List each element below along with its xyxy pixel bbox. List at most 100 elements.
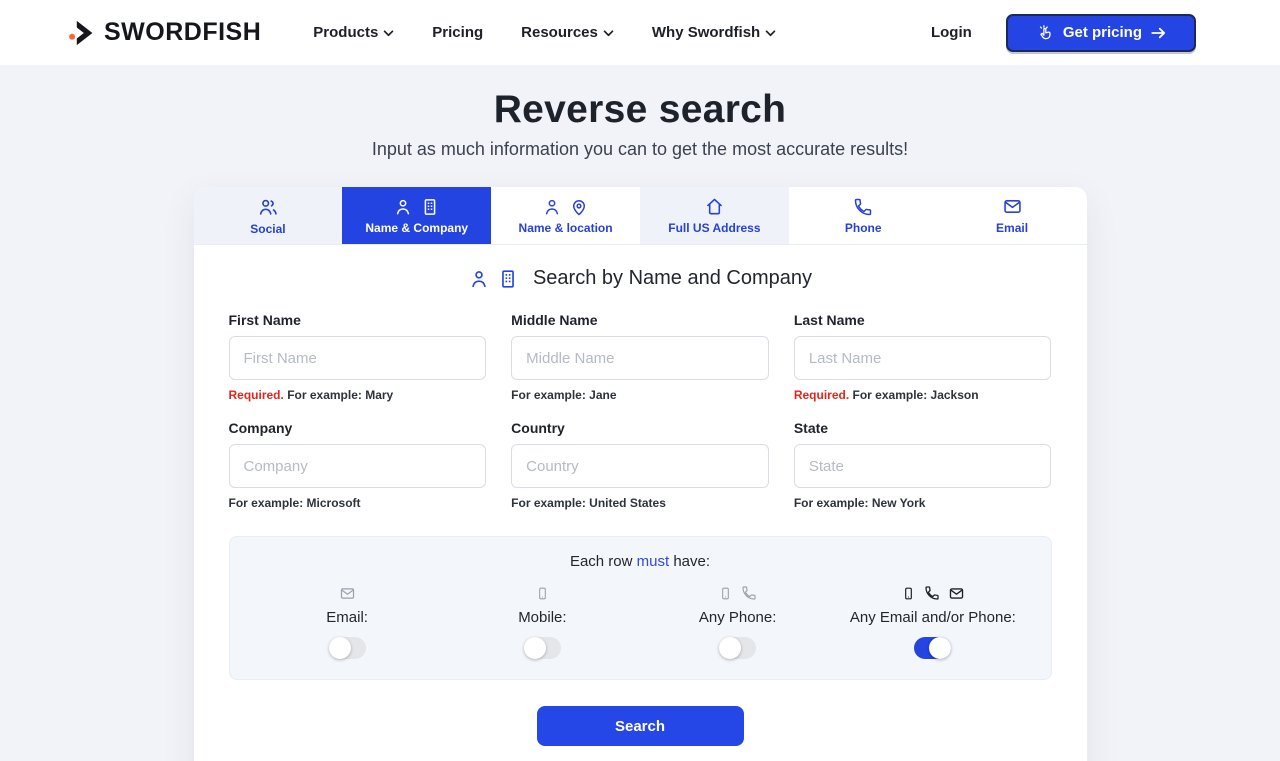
middle-name-input[interactable] [511,336,769,380]
tab-name-and-company[interactable]: Name & Company [342,187,491,244]
tab-label: Email [996,221,1028,235]
section-title: Search by Name and Company [533,267,812,290]
field-middle-name: Middle Name For example: Jane [511,312,769,402]
option-label: Any Email and/or Phone: [850,609,1016,626]
tab-label: Social [250,222,285,236]
field-company: Company For example: Microsoft [229,420,487,510]
arrow-right-icon [1151,27,1166,39]
envelope-icon [339,585,356,602]
must-title-emphasis: must [637,553,670,570]
person-icon [542,197,562,217]
location-pin-icon [569,197,589,217]
tab-social[interactable]: Social [194,187,343,244]
nav-item-pricing[interactable]: Pricing [432,24,483,41]
company-input[interactable] [229,444,487,488]
mobile-icon [901,585,916,602]
nav-item-resources[interactable]: Resources [521,24,614,41]
state-hint: For example: New York [794,496,1052,510]
phone-icon [741,585,757,601]
first-name-input[interactable] [229,336,487,380]
toggle-knob [329,637,351,659]
field-last-name: Last Name Required. For example: Jackson [794,312,1052,402]
last-name-hint: Required. For example: Jackson [794,388,1052,402]
company-label: Company [229,420,487,436]
login-link[interactable]: Login [931,24,972,41]
tab-label: Phone [845,221,882,235]
tab-email[interactable]: Email [938,187,1087,244]
option-mobile: Mobile: [445,584,640,659]
any-phone-toggle[interactable] [719,637,756,659]
reverse-search-card: Social Name & Company [194,187,1087,761]
nav-label: Products [313,24,378,41]
field-country: Country For example: United States [511,420,769,510]
building-icon [497,268,519,290]
hint-text: For example: Jane [511,388,616,402]
must-title-suffix: have: [673,553,710,570]
last-name-input[interactable] [794,336,1052,380]
person-icon [393,197,413,217]
required-label: Required. [794,388,849,402]
must-have-panel: Each row must have: Email: Mobile: [229,536,1052,680]
must-have-title: Each row must have: [250,553,1031,570]
search-button[interactable]: Search [537,706,744,746]
tab-label: Name & location [519,221,613,235]
state-input[interactable] [794,444,1052,488]
page-subtitle: Input as much information you can to get… [0,139,1280,160]
state-label: State [794,420,1052,436]
required-label: Required. [229,388,284,402]
option-label: Email: [326,609,368,626]
phone-icon [853,197,873,217]
country-input[interactable] [511,444,769,488]
first-name-label: First Name [229,312,487,328]
hint-text: For example: Mary [287,388,393,402]
country-label: Country [511,420,769,436]
email-icon [1002,196,1023,217]
any-email-or-phone-toggle[interactable] [914,637,951,659]
option-label: Any Phone: [699,609,777,626]
first-name-hint: Required. For example: Mary [229,388,487,402]
chevron-down-icon [383,30,394,37]
tab-phone[interactable]: Phone [789,187,938,244]
top-navigation: SWORDFISH Products Pricing Resources Why… [0,0,1280,65]
main-nav: Products Pricing Resources Why Swordfish [313,24,776,41]
envelope-icon [948,585,965,602]
get-pricing-label: Get pricing [1063,24,1142,41]
search-form: First Name Required. For example: Mary M… [229,312,1052,510]
chevron-down-icon [765,30,776,37]
phone-icon [924,585,940,601]
get-pricing-button[interactable]: Get pricing [1006,14,1196,52]
nav-item-why-swordfish[interactable]: Why Swordfish [652,24,776,41]
person-icon [468,268,490,290]
mobile-icon [535,585,550,602]
tab-name-and-location[interactable]: Name & location [491,187,640,244]
click-hand-icon [1036,24,1054,42]
nav-item-products[interactable]: Products [313,24,394,41]
company-hint: For example: Microsoft [229,496,487,510]
swordfish-logo[interactable]: SWORDFISH [68,18,261,48]
email-toggle[interactable] [329,637,366,659]
middle-name-label: Middle Name [511,312,769,328]
people-icon [257,196,279,218]
nav-label: Why Swordfish [652,24,760,41]
toggle-knob [929,637,951,659]
hint-text: For example: New York [794,496,926,510]
search-type-tabs: Social Name & Company [194,187,1087,245]
last-name-label: Last Name [794,312,1052,328]
country-hint: For example: United States [511,496,769,510]
nav-label: Resources [521,24,598,41]
nav-label: Pricing [432,24,483,41]
field-first-name: First Name Required. For example: Mary [229,312,487,402]
swordfish-logo-icon [68,18,96,48]
home-icon [704,196,725,217]
tab-full-us-address[interactable]: Full US Address [640,187,789,244]
option-label: Mobile: [518,609,566,626]
logo-text: SWORDFISH [104,18,261,47]
mobile-toggle[interactable] [524,637,561,659]
middle-name-hint: For example: Jane [511,388,769,402]
must-title-prefix: Each row [570,553,633,570]
hint-text: For example: Microsoft [229,496,361,510]
tab-label: Name & Company [365,221,468,235]
toggle-knob [524,637,546,659]
chevron-down-icon [603,30,614,37]
option-email: Email: [250,584,445,659]
